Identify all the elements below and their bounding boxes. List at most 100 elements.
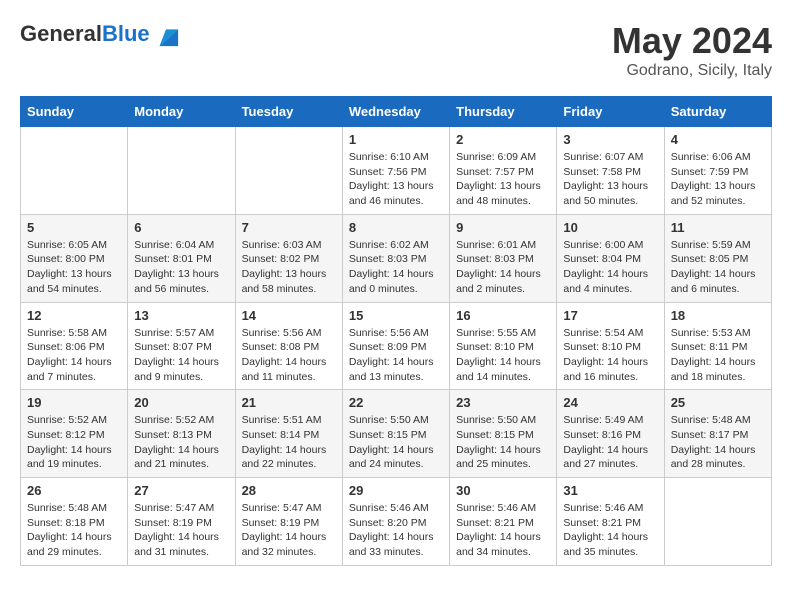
calendar-week-5: 26 Sunrise: 5:48 AMSunset: 8:18 PMDayligh… xyxy=(21,478,772,566)
day-number: 8 xyxy=(349,220,443,235)
day-info: Sunrise: 6:06 AMSunset: 7:59 PMDaylight:… xyxy=(671,150,765,209)
calendar-cell: 11 Sunrise: 5:59 AMSunset: 8:05 PMDayligh… xyxy=(664,214,771,302)
calendar-cell: 15 Sunrise: 5:56 AMSunset: 8:09 PMDayligh… xyxy=(342,302,449,390)
day-info: Sunrise: 5:56 AMSunset: 8:09 PMDaylight:… xyxy=(349,326,443,385)
calendar-cell: 2 Sunrise: 6:09 AMSunset: 7:57 PMDaylight… xyxy=(450,127,557,215)
day-number: 29 xyxy=(349,483,443,498)
logo-blue-text: Blue xyxy=(102,21,150,46)
day-info: Sunrise: 6:00 AMSunset: 8:04 PMDaylight:… xyxy=(563,238,657,297)
weekday-header-friday: Friday xyxy=(557,97,664,127)
calendar-cell: 8 Sunrise: 6:02 AMSunset: 8:03 PMDaylight… xyxy=(342,214,449,302)
logo-general-text: General xyxy=(20,21,102,46)
day-number: 15 xyxy=(349,308,443,323)
day-number: 2 xyxy=(456,132,550,147)
calendar-cell: 16 Sunrise: 5:55 AMSunset: 8:10 PMDayligh… xyxy=(450,302,557,390)
day-info: Sunrise: 5:46 AMSunset: 8:20 PMDaylight:… xyxy=(349,501,443,560)
calendar-cell: 10 Sunrise: 6:00 AMSunset: 8:04 PMDayligh… xyxy=(557,214,664,302)
month-title: May 2024 xyxy=(612,20,772,62)
calendar-cell: 3 Sunrise: 6:07 AMSunset: 7:58 PMDaylight… xyxy=(557,127,664,215)
day-number: 19 xyxy=(27,395,121,410)
day-number: 10 xyxy=(563,220,657,235)
calendar-cell: 28 Sunrise: 5:47 AMSunset: 8:19 PMDayligh… xyxy=(235,478,342,566)
day-info: Sunrise: 5:58 AMSunset: 8:06 PMDaylight:… xyxy=(27,326,121,385)
day-number: 3 xyxy=(563,132,657,147)
calendar-week-4: 19Sunrise: 5:52 AMSunset: 8:12 PMDayligh… xyxy=(21,390,772,478)
weekday-header-thursday: Thursday xyxy=(450,97,557,127)
day-number: 24 xyxy=(563,395,657,410)
calendar-cell: 24 Sunrise: 5:49 AMSunset: 8:16 PMDayligh… xyxy=(557,390,664,478)
calendar-week-2: 5Sunrise: 6:05 AMSunset: 8:00 PMDaylight… xyxy=(21,214,772,302)
day-number: 26 xyxy=(27,483,121,498)
day-info: Sunrise: 5:47 AMSunset: 8:19 PMDaylight:… xyxy=(242,501,336,560)
day-number: 7 xyxy=(242,220,336,235)
calendar-week-3: 12 Sunrise: 5:58 AMSunset: 8:06 PMDayligh… xyxy=(21,302,772,390)
day-info: Sunrise: 6:04 AMSunset: 8:01 PMDaylight:… xyxy=(134,238,228,297)
day-info: Sunrise: 5:51 AMSunset: 8:14 PMDaylight:… xyxy=(242,413,336,472)
day-info: Sunrise: 5:59 AMSunset: 8:05 PMDaylight:… xyxy=(671,238,765,297)
day-info: Sunrise: 5:57 AMSunset: 8:07 PMDaylight:… xyxy=(134,326,228,385)
day-number: 13 xyxy=(134,308,228,323)
day-info: Sunrise: 6:07 AMSunset: 7:58 PMDaylight:… xyxy=(563,150,657,209)
calendar-cell: 18 Sunrise: 5:53 AMSunset: 8:11 PMDayligh… xyxy=(664,302,771,390)
day-number: 12 xyxy=(27,308,121,323)
calendar-cell: 26 Sunrise: 5:48 AMSunset: 8:18 PMDayligh… xyxy=(21,478,128,566)
day-info: Sunrise: 5:56 AMSunset: 8:08 PMDaylight:… xyxy=(242,326,336,385)
day-number: 1 xyxy=(349,132,443,147)
calendar-cell: 27Sunrise: 5:47 AMSunset: 8:19 PMDayligh… xyxy=(128,478,235,566)
day-info: Sunrise: 5:46 AMSunset: 8:21 PMDaylight:… xyxy=(563,501,657,560)
day-number: 16 xyxy=(456,308,550,323)
calendar-cell: 19Sunrise: 5:52 AMSunset: 8:12 PMDayligh… xyxy=(21,390,128,478)
calendar-cell: 17Sunrise: 5:54 AMSunset: 8:10 PMDayligh… xyxy=(557,302,664,390)
calendar-cell xyxy=(235,127,342,215)
day-number: 22 xyxy=(349,395,443,410)
day-number: 28 xyxy=(242,483,336,498)
logo-icon xyxy=(152,20,180,48)
day-number: 6 xyxy=(134,220,228,235)
calendar-cell: 29 Sunrise: 5:46 AMSunset: 8:20 PMDayligh… xyxy=(342,478,449,566)
day-info: Sunrise: 6:01 AMSunset: 8:03 PMDaylight:… xyxy=(456,238,550,297)
calendar-week-1: 1 Sunrise: 6:10 AMSunset: 7:56 PMDaylight… xyxy=(21,127,772,215)
calendar-cell xyxy=(128,127,235,215)
calendar-cell: 23 Sunrise: 5:50 AMSunset: 8:15 PMDayligh… xyxy=(450,390,557,478)
day-number: 18 xyxy=(671,308,765,323)
day-info: Sunrise: 5:53 AMSunset: 8:11 PMDaylight:… xyxy=(671,326,765,385)
weekday-header-monday: Monday xyxy=(128,97,235,127)
day-info: Sunrise: 6:03 AMSunset: 8:02 PMDaylight:… xyxy=(242,238,336,297)
day-number: 4 xyxy=(671,132,765,147)
day-number: 23 xyxy=(456,395,550,410)
calendar-cell: 7 Sunrise: 6:03 AMSunset: 8:02 PMDaylight… xyxy=(235,214,342,302)
weekday-header-row: SundayMondayTuesdayWednesdayThursdayFrid… xyxy=(21,97,772,127)
day-info: Sunrise: 5:48 AMSunset: 8:17 PMDaylight:… xyxy=(671,413,765,472)
day-info: Sunrise: 5:50 AMSunset: 8:15 PMDaylight:… xyxy=(456,413,550,472)
location-title: Godrano, Sicily, Italy xyxy=(612,62,772,80)
day-info: Sunrise: 6:02 AMSunset: 8:03 PMDaylight:… xyxy=(349,238,443,297)
day-number: 31 xyxy=(563,483,657,498)
day-info: Sunrise: 5:50 AMSunset: 8:15 PMDaylight:… xyxy=(349,413,443,472)
day-info: Sunrise: 5:49 AMSunset: 8:16 PMDaylight:… xyxy=(563,413,657,472)
day-info: Sunrise: 5:55 AMSunset: 8:10 PMDaylight:… xyxy=(456,326,550,385)
day-info: Sunrise: 6:09 AMSunset: 7:57 PMDaylight:… xyxy=(456,150,550,209)
calendar-cell: 20 Sunrise: 5:52 AMSunset: 8:13 PMDayligh… xyxy=(128,390,235,478)
day-info: Sunrise: 5:48 AMSunset: 8:18 PMDaylight:… xyxy=(27,501,121,560)
calendar-cell: 21 Sunrise: 5:51 AMSunset: 8:14 PMDayligh… xyxy=(235,390,342,478)
calendar-cell: 25Sunrise: 5:48 AMSunset: 8:17 PMDayligh… xyxy=(664,390,771,478)
day-number: 14 xyxy=(242,308,336,323)
day-number: 21 xyxy=(242,395,336,410)
day-info: Sunrise: 6:10 AMSunset: 7:56 PMDaylight:… xyxy=(349,150,443,209)
day-info: Sunrise: 5:52 AMSunset: 8:13 PMDaylight:… xyxy=(134,413,228,472)
calendar-cell: 4 Sunrise: 6:06 AMSunset: 7:59 PMDaylight… xyxy=(664,127,771,215)
calendar-cell: 12 Sunrise: 5:58 AMSunset: 8:06 PMDayligh… xyxy=(21,302,128,390)
day-info: Sunrise: 5:46 AMSunset: 8:21 PMDaylight:… xyxy=(456,501,550,560)
weekday-header-saturday: Saturday xyxy=(664,97,771,127)
day-number: 27 xyxy=(134,483,228,498)
calendar-cell: 9 Sunrise: 6:01 AMSunset: 8:03 PMDaylight… xyxy=(450,214,557,302)
calendar-cell: 31 Sunrise: 5:46 AMSunset: 8:21 PMDayligh… xyxy=(557,478,664,566)
weekday-header-sunday: Sunday xyxy=(21,97,128,127)
calendar-table: SundayMondayTuesdayWednesdayThursdayFrid… xyxy=(20,96,772,566)
day-number: 20 xyxy=(134,395,228,410)
day-number: 30 xyxy=(456,483,550,498)
calendar-cell: 30 Sunrise: 5:46 AMSunset: 8:21 PMDayligh… xyxy=(450,478,557,566)
calendar-cell: 1 Sunrise: 6:10 AMSunset: 7:56 PMDaylight… xyxy=(342,127,449,215)
day-number: 11 xyxy=(671,220,765,235)
day-number: 9 xyxy=(456,220,550,235)
